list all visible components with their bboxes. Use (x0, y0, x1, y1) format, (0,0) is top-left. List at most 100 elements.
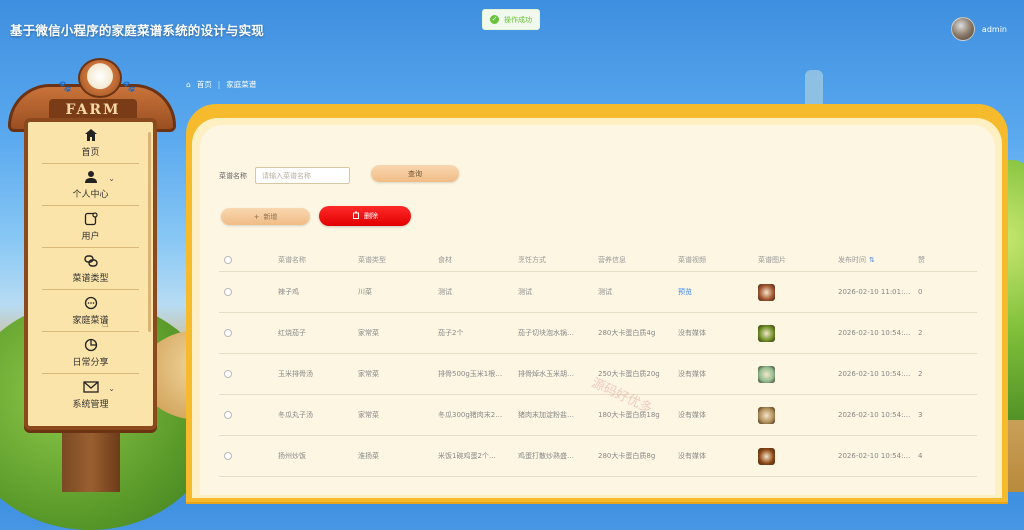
column-header: 菜谱名称 (278, 256, 306, 264)
cell-likes: 2 (918, 370, 923, 378)
cell-name: 辣子鸡 (278, 288, 299, 296)
column-header: 营养信息 (598, 256, 626, 264)
column-header-sortable[interactable]: 发布时间 ⇅ (838, 255, 918, 265)
add-button-label: 新增 (263, 212, 278, 221)
sidebar-item-label: 首页 (81, 148, 100, 158)
row-select-radio[interactable] (224, 411, 232, 419)
cell-method: 测试 (518, 288, 532, 296)
cell-method: 茄子切块泡水锅… (518, 329, 574, 337)
table-header: 菜谱名称 菜谱类型 食材 烹饪方式 营养信息 菜谱视频 菜谱图片 发布时间 ⇅ 赞 (219, 249, 977, 272)
select-all-radio[interactable] (224, 256, 232, 264)
cell-type: 家常菜 (358, 411, 379, 419)
cell-ingredients: 排骨500g玉米1根… (438, 370, 503, 378)
search-input[interactable] (255, 167, 350, 184)
delete-button[interactable]: 删除 (319, 206, 411, 226)
paw-icon: 🐾 (58, 80, 72, 93)
cell-name: 扬州炒饭 (278, 452, 306, 460)
paw-icon: 🐾 (122, 80, 136, 93)
cell-published: 2026-02-10 10:54:… (838, 329, 911, 337)
cell-method: 排骨焯水玉米胡… (518, 370, 574, 378)
recipe-thumbnail[interactable] (758, 283, 775, 301)
cell-video: 没有媒体 (678, 411, 706, 419)
recipe-thumbnail[interactable] (758, 406, 775, 424)
breadcrumb-home[interactable]: 首页 (197, 79, 212, 90)
add-button[interactable]: + 新增 (221, 208, 310, 225)
recipe-thumbnail[interactable] (758, 447, 775, 465)
sidebar-item-label: 系统管理 (72, 400, 109, 410)
link-icon (83, 253, 99, 269)
sort-icon[interactable]: ⇅ (869, 256, 875, 264)
cell-name: 玉米排骨汤 (278, 370, 313, 378)
user-menu[interactable]: admin (950, 17, 1007, 41)
cell-ingredients: 冬瓜300g猪肉末2… (438, 411, 503, 419)
row-select-radio[interactable] (224, 329, 232, 337)
hand-cursor-icon: ☝ (102, 317, 109, 330)
cell-method: 猪肉末加淀粉盐… (518, 411, 574, 419)
sidebar-item-daily-share[interactable]: 日常分享 (42, 332, 139, 374)
cell-likes: 3 (918, 411, 923, 419)
delete-button-label: 删除 (364, 212, 378, 220)
recipe-thumbnail[interactable] (758, 365, 775, 383)
breadcrumb-current: 家庭菜谱 (226, 80, 257, 89)
column-header: 食材 (438, 256, 452, 264)
breadcrumb-separator: | (217, 80, 221, 89)
table-row[interactable]: 扬州炒饭 淮扬菜 米饭1碗鸡蛋2个… 鸡蛋打散炒熟盛… 280大卡蛋白质8g 没有媒体 20… (219, 436, 977, 477)
cell-name: 红烧茄子 (278, 329, 306, 337)
cell-nutrition: 280大卡蛋白质8g (598, 452, 656, 460)
toast-message: 操作成功 (504, 15, 532, 24)
cell-ingredients: 测试 (438, 288, 452, 296)
query-button-label: 查询 (408, 169, 422, 178)
recipe-thumbnail[interactable] (758, 324, 775, 342)
column-header: 菜谱视频 (678, 256, 706, 264)
sidebar-scrollbar[interactable] (148, 132, 151, 332)
sidebar-item-home[interactable]: 首页 (42, 122, 139, 164)
sidebar-item-family-recipes[interactable]: 家庭菜谱 (42, 290, 139, 332)
column-header: 菜谱类型 (358, 256, 386, 264)
table-row[interactable]: 辣子鸡 川菜 测试 测试 测试 预览 2026-02-10 11:01:… 0 (219, 272, 977, 313)
sidebar-item-label: 日常分享 (72, 358, 109, 368)
avatar[interactable] (950, 17, 975, 41)
sidebar-item-users[interactable]: 用户 (42, 206, 139, 248)
column-header: 烹饪方式 (518, 256, 546, 264)
sidebar-item-label: 菜谱类型 (72, 274, 109, 284)
cell-published: 2026-02-10 11:01:… (838, 288, 911, 296)
cell-name: 冬瓜丸子汤 (278, 411, 313, 419)
breadcrumb: ⌂ 首页 | 家庭菜谱 (186, 79, 256, 90)
cell-method: 鸡蛋打散炒熟盛… (518, 452, 574, 460)
chat-bubble-icon (83, 295, 99, 311)
table-row[interactable]: 冬瓜丸子汤 家常菜 冬瓜300g猪肉末2… 猪肉末加淀粉盐… 180大卡蛋白质18g 没有… (219, 395, 977, 436)
cell-type: 淮扬菜 (358, 452, 379, 460)
chevron-down-icon: ⌄ (108, 174, 115, 183)
home-icon (83, 127, 99, 143)
table-row[interactable]: 红烧茄子 家常菜 茄子2个 茄子切块泡水锅… 280大卡蛋白质4g 没有媒体 2026-02… (219, 313, 977, 354)
cell-published: 2026-02-10 10:54:… (838, 370, 911, 378)
cell-type: 家常菜 (358, 329, 379, 337)
cell-video: 没有媒体 (678, 370, 706, 378)
cell-video[interactable]: 预览 (678, 287, 758, 297)
cell-nutrition: 测试 (598, 288, 612, 296)
sidebar-item-profile[interactable]: ⌄ 个人中心 (42, 164, 139, 206)
cell-likes: 0 (918, 288, 923, 296)
cell-published: 2026-02-10 10:54:… (838, 452, 911, 460)
mail-icon (82, 379, 99, 395)
user-icon (83, 169, 99, 185)
check-circle-icon: ✓ (490, 15, 499, 24)
username[interactable]: admin (982, 25, 1007, 34)
row-select-radio[interactable] (224, 452, 232, 460)
farm-logo-icon (78, 58, 122, 98)
cell-ingredients: 茄子2个 (438, 329, 464, 337)
sidebar-item-system[interactable]: ⌄ 系统管理 (42, 374, 139, 415)
row-select-radio[interactable] (224, 288, 232, 296)
plus-icon: + (253, 212, 260, 221)
cell-type: 川菜 (358, 288, 372, 296)
sidebar: 首页 ⌄ 个人中心 用户 菜谱类型 家庭菜谱 日常分享 ⌄ 系统管理 (24, 118, 157, 430)
column-header: 赞 (918, 256, 925, 264)
cell-video: 没有媒体 (678, 329, 706, 337)
sidebar-item-label: 个人中心 (72, 190, 109, 200)
home-icon: ⌂ (186, 80, 191, 89)
cell-video: 没有媒体 (678, 452, 706, 460)
success-toast: ✓ 操作成功 (482, 9, 540, 30)
sidebar-item-recipe-types[interactable]: 菜谱类型 (42, 248, 139, 290)
row-select-radio[interactable] (224, 370, 232, 378)
query-button[interactable]: 查询 (371, 165, 459, 182)
